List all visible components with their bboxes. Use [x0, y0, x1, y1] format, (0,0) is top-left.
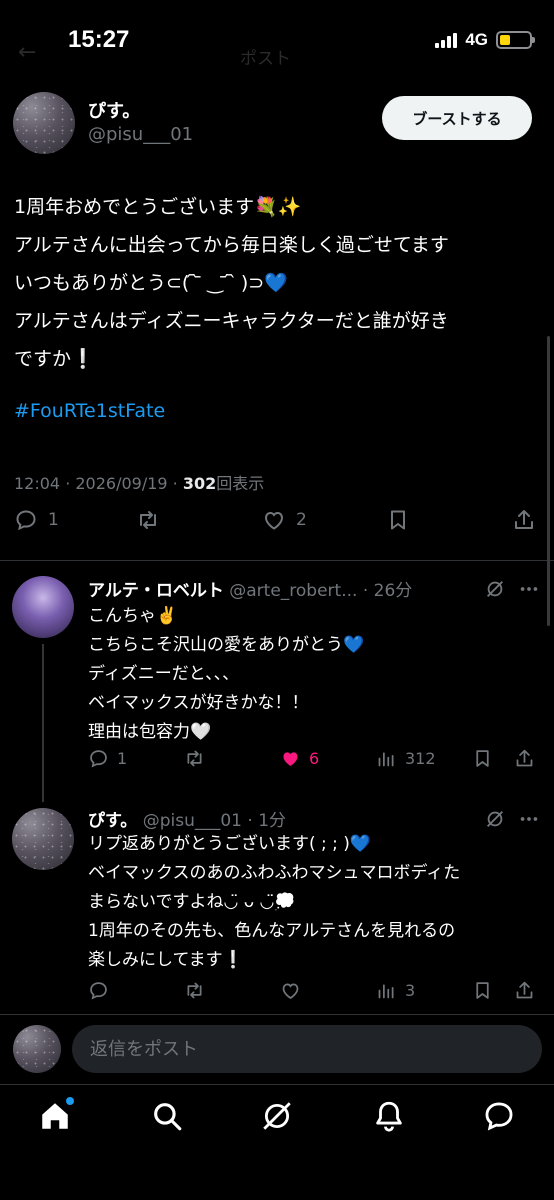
author-name[interactable]: ぴす。 — [88, 97, 140, 123]
page-title: ポスト — [240, 49, 291, 69]
view-count: 302 — [182, 474, 217, 493]
view-label: 回表示 — [216, 474, 265, 493]
repost-button[interactable] — [184, 748, 205, 769]
status-bar: ← 15:27 ポスト 4G — [0, 0, 554, 84]
view-count: 312 — [405, 749, 436, 768]
share-icon — [515, 510, 533, 529]
like-button[interactable] — [280, 980, 301, 1001]
author-handle[interactable]: @pisu___01 · 1分 — [143, 811, 286, 831]
avatar[interactable] — [12, 808, 74, 870]
reply-button[interactable] — [88, 980, 109, 1001]
grok-icon[interactable] — [484, 578, 506, 600]
more-icon[interactable] — [518, 578, 540, 600]
bookmark-icon — [476, 750, 489, 767]
scrollbar[interactable] — [547, 336, 550, 626]
like-count: 2 — [296, 510, 307, 530]
more-icon[interactable] — [518, 808, 540, 830]
back-arrow-icon[interactable]: ← — [18, 40, 36, 65]
reply-icon — [16, 510, 36, 531]
views-button[interactable]: 312 — [376, 748, 436, 769]
post-actions: 1 2 — [0, 508, 554, 548]
share-button[interactable] — [514, 748, 535, 769]
nav-search[interactable] — [150, 1099, 184, 1133]
notifications-icon — [376, 1101, 402, 1132]
reply-header: アルテ・ロベルト @arte_robert... · 26分 — [88, 576, 412, 601]
avatar[interactable] — [13, 92, 75, 154]
reply-text: リプ返ありがとうございます( ; ; )💙 ベイマックスのあのふわふわマシュマロ… — [88, 834, 461, 970]
reply-input[interactable] — [72, 1025, 542, 1073]
avatar — [13, 1025, 61, 1073]
status-indicators: 4G — [435, 30, 535, 50]
reply-icon — [90, 982, 107, 1000]
battery-icon — [496, 31, 535, 49]
bookmark-button[interactable] — [386, 508, 410, 532]
views-icon — [378, 984, 394, 999]
nav-home[interactable] — [38, 1097, 74, 1133]
search-icon — [154, 1103, 182, 1131]
network-type: 4G — [465, 30, 488, 49]
signal-icon — [435, 32, 458, 48]
like-icon — [282, 983, 299, 999]
avatar[interactable] — [12, 576, 74, 638]
bookmark-button[interactable] — [472, 748, 493, 769]
clock: 15:27 — [68, 26, 130, 53]
grok-icon — [263, 1102, 291, 1130]
messages-icon — [485, 1102, 513, 1131]
like-button[interactable]: 2 — [262, 508, 307, 532]
repost-icon — [187, 982, 202, 999]
share-button[interactable] — [514, 980, 535, 1001]
reply-count: 1 — [117, 749, 128, 768]
nav-messages[interactable] — [482, 1099, 516, 1133]
post-meta: 12:04 · 2026/09/19 · 302回表示 — [14, 470, 264, 494]
reply-count: 1 — [48, 510, 59, 530]
like-icon — [283, 752, 298, 766]
like-icon — [264, 511, 284, 530]
post-text: 1周年おめでとうございます💐✨ アルテさんに出会ってから毎日楽しく過ごせてます … — [14, 196, 449, 370]
hashtag-link[interactable]: #FouRTe1stFate — [14, 400, 165, 422]
thread-line — [42, 644, 44, 802]
share-button[interactable] — [512, 508, 536, 532]
grok-icon[interactable] — [484, 808, 506, 830]
repost-button[interactable] — [136, 508, 160, 532]
bookmark-icon — [476, 982, 489, 999]
reply-button[interactable]: 1 — [14, 508, 59, 532]
bookmark-icon — [391, 510, 405, 530]
repost-icon — [140, 511, 156, 529]
repost-button[interactable] — [184, 980, 205, 1001]
nav-grok[interactable] — [260, 1099, 294, 1133]
reply-button[interactable]: 1 — [88, 748, 127, 769]
like-button[interactable]: 6 — [280, 748, 319, 769]
reply-text: こんちゃ✌️ こちらこそ沢山の愛をありがとう💙 ディズニーだと、、、 ベイマック… — [88, 606, 365, 742]
boost-button[interactable]: ブーストする — [382, 96, 532, 140]
views-icon — [378, 752, 394, 767]
author-name[interactable]: アルテ・ロベルト — [88, 581, 224, 601]
reply-icon — [90, 750, 107, 768]
author-handle[interactable]: @arte_robert... · 26分 — [229, 581, 412, 601]
author-handle[interactable]: @pisu___01 — [88, 124, 193, 145]
bottom-nav — [0, 1084, 554, 1200]
notification-dot — [66, 1097, 74, 1105]
views-button[interactable]: 3 — [376, 980, 415, 1001]
reply-composer — [0, 1014, 554, 1084]
bookmark-button[interactable] — [472, 980, 493, 1001]
view-count: 3 — [405, 981, 416, 1000]
repost-icon — [187, 750, 202, 767]
divider — [0, 560, 554, 561]
share-icon — [516, 981, 533, 999]
post-timestamp: 12:04 · 2026/09/19 · — [14, 474, 183, 493]
nav-notifications[interactable] — [372, 1099, 406, 1133]
like-count: 6 — [309, 749, 320, 768]
reply-header: ぴす。 @pisu___01 · 1分 — [88, 806, 286, 831]
author-name[interactable]: ぴす。 — [88, 811, 137, 831]
share-icon — [516, 749, 533, 767]
